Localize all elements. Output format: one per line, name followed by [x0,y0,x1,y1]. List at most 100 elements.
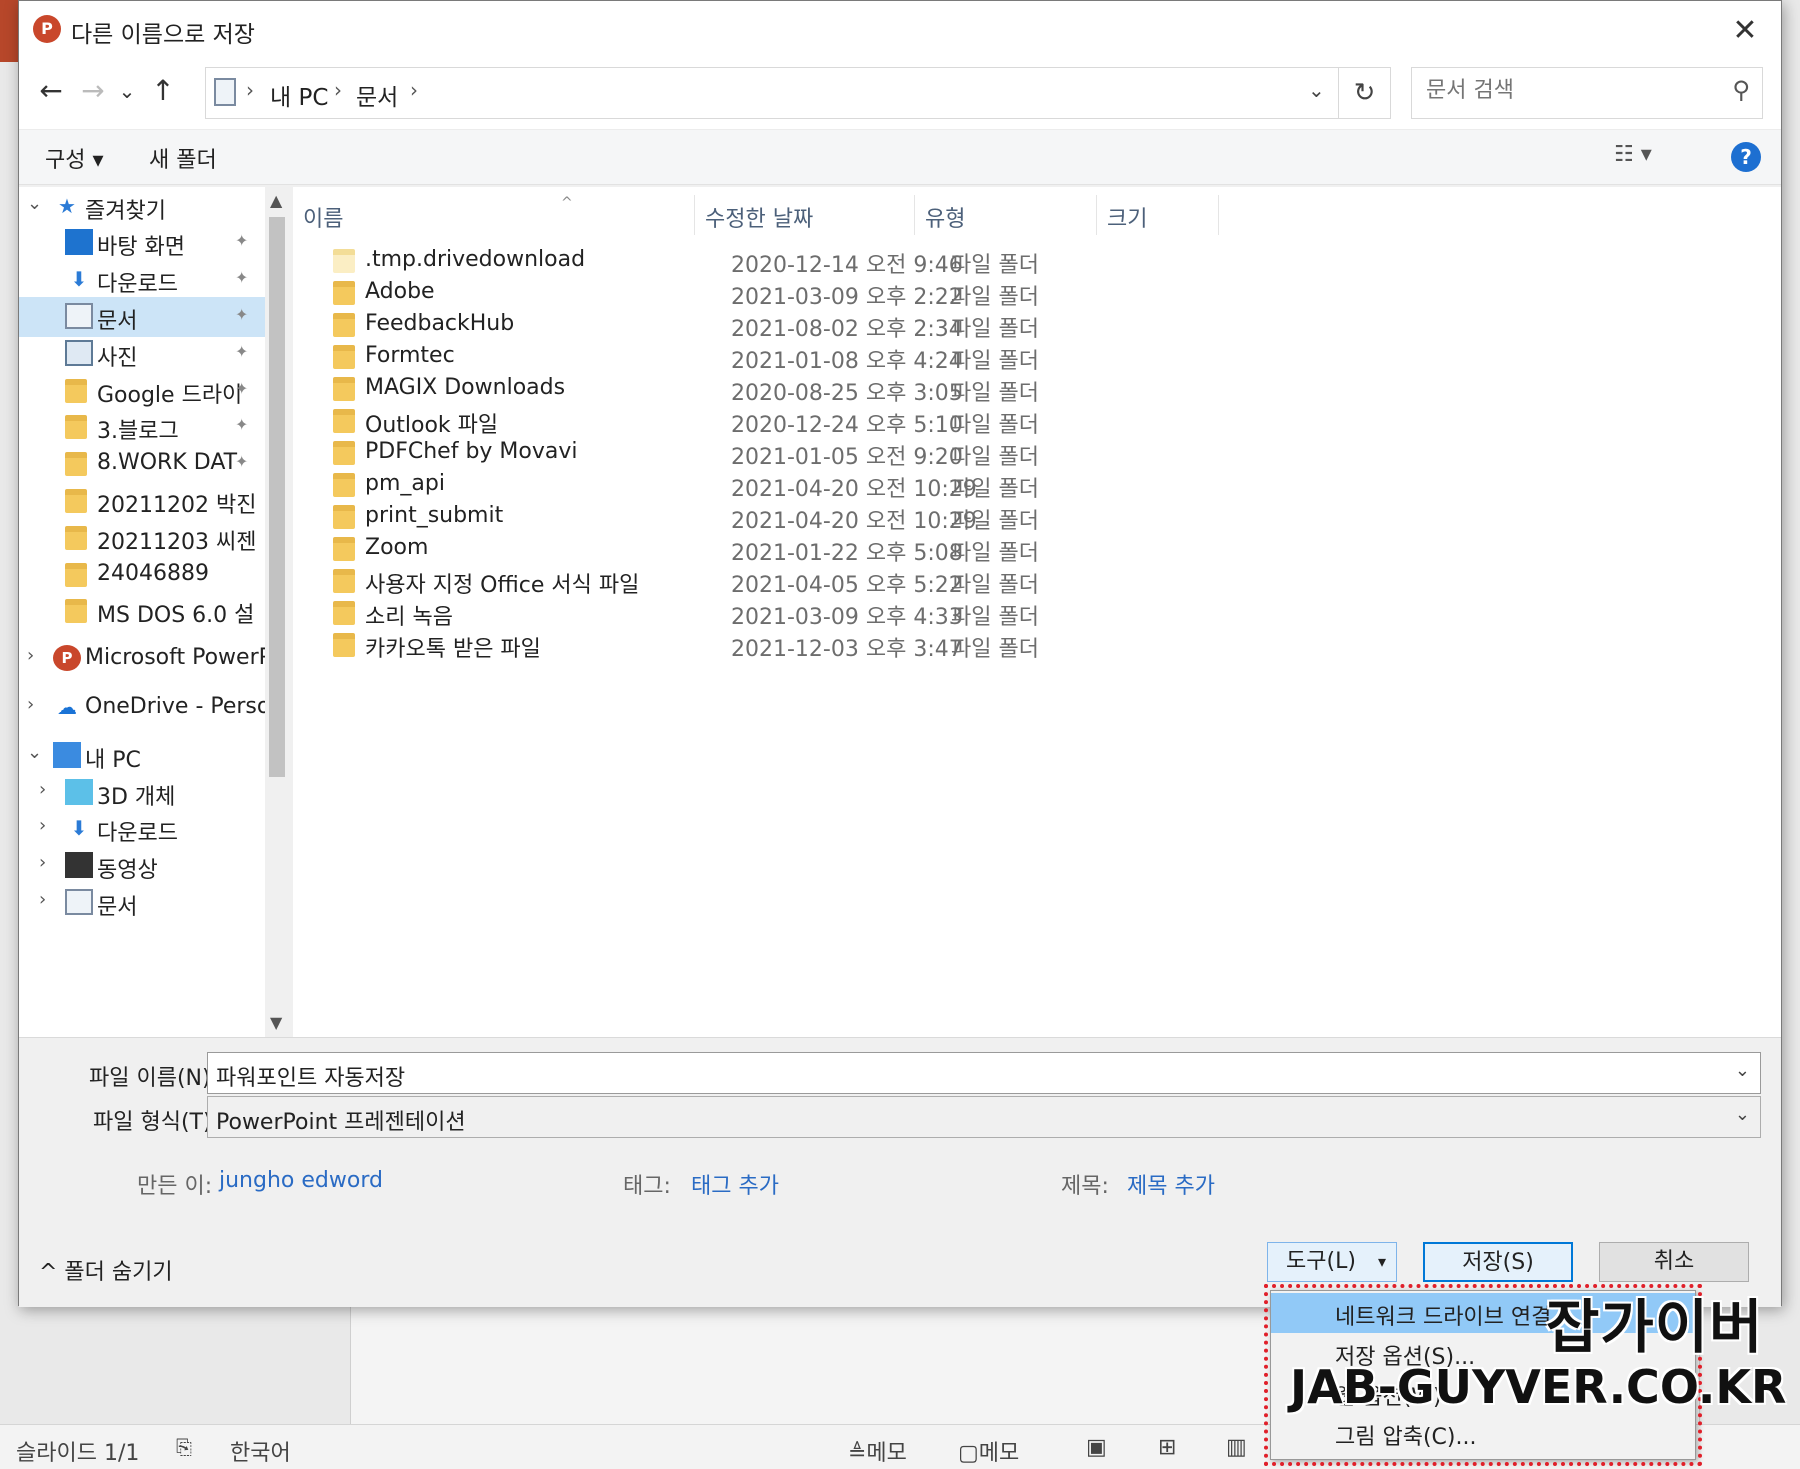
pin-icon[interactable]: ✦ [235,342,248,361]
folder-icon [333,505,355,529]
comments-button[interactable]: ▢메모 [958,1435,1019,1467]
file-row[interactable]: Outlook 파일 2020-12-24 오후 5:10 파일 폴더 [293,403,1293,439]
up-arrow-icon[interactable]: ↑ [145,73,181,109]
sidebar-item[interactable]: ⌄ 내 PC [19,736,265,776]
file-row[interactable]: 소리 녹음 2021-03-09 오후 4:33 파일 폴더 [293,595,1293,631]
scroll-down-icon[interactable]: ▼ [270,1013,282,1032]
address-dropdown-icon[interactable]: ⌄ [1308,78,1325,102]
normal-view-icon[interactable]: ▣ [1086,1435,1107,1460]
column-header-size[interactable]: 크기 [1097,195,1219,235]
spellcheck-icon[interactable]: ⎘ [176,1435,192,1459]
file-row[interactable]: PDFChef by Movavi 2021-01-05 오전 9:20 파일 폴더 [293,435,1293,471]
file-row[interactable]: print_submit 2021-04-20 오전 10:29 파일 폴더 [293,499,1293,535]
sidebar-item[interactable]: 바탕 화면 ✦ [19,223,265,263]
sidebar-item[interactable]: ⬇ 다운로드 ✦ [19,260,265,300]
back-arrow-icon[interactable]: ← [33,73,69,109]
notes-button[interactable]: ≜메모 [848,1435,907,1467]
save-button[interactable]: 저장(S) [1423,1242,1573,1282]
file-row[interactable]: Formtec 2021-01-08 오후 4:24 파일 폴더 [293,339,1293,375]
chevron-right-icon[interactable]: › [39,852,46,873]
sidebar-item[interactable]: 3.블로그 ✦ [19,407,265,447]
language-indicator[interactable]: 한국어 [230,1435,291,1467]
sidebar-item[interactable]: Google 드라이 ✦ [19,371,265,411]
sidebar-item[interactable]: 문서 ✦ [19,297,265,337]
cancel-button[interactable]: 취소 [1599,1242,1749,1282]
column-header-type[interactable]: 유형 [915,195,1097,235]
file-row[interactable]: FeedbackHub 2021-08-02 오후 2:34 파일 폴더 [293,307,1293,343]
pin-icon[interactable]: ✦ [235,415,248,434]
sidebar-item[interactable]: 20211203 씨젠 [19,518,265,558]
file-row[interactable]: .tmp.drivedownload 2020-12-14 오전 9:46 파일 폴… [293,243,1293,279]
file-row[interactable]: 카카오톡 받은 파일 2021-12-03 오후 3:47 파일 폴더 [293,627,1293,663]
help-icon[interactable]: ? [1731,142,1761,172]
column-header-name[interactable]: 이름 ^ [293,195,695,235]
filename-value[interactable]: 파워포인트 자동저장 [216,1060,405,1092]
sidebar-item[interactable]: › 문서 [19,883,265,923]
file-name: .tmp.drivedownload [365,247,586,272]
file-row[interactable]: Adobe 2021-03-09 오후 2:22 파일 폴더 [293,275,1293,311]
chevron-right-icon[interactable]: › [39,889,46,910]
sidebar-item-label: 내 PC [85,748,141,773]
scrollbar-thumb[interactable] [269,217,285,777]
tools-button[interactable]: 도구(L) ▾ [1267,1242,1397,1282]
hide-folders-button[interactable]: ^ 폴더 숨기기 [39,1254,173,1286]
close-button[interactable]: ✕ [1723,9,1767,53]
refresh-button[interactable]: ↻ [1339,67,1391,119]
add-title-link[interactable]: 제목 추가 [1127,1168,1215,1200]
pin-icon[interactable]: ✦ [235,231,248,250]
breadcrumb-documents[interactable]: 문서 [356,78,398,112]
filename-field[interactable]: 파워포인트 자동저장 ⌄ [207,1052,1761,1094]
chevron-down-icon[interactable]: ⌄ [1735,1104,1750,1125]
organize-button[interactable]: 구성 ▾ [45,142,104,174]
forward-arrow-icon[interactable]: → [75,73,111,109]
search-input[interactable] [1426,78,1706,103]
file-row[interactable]: Zoom 2021-01-22 오후 5:08 파일 폴더 [293,531,1293,567]
sidebar-item[interactable]: MS DOS 6.0 설 [19,591,265,631]
slide-sorter-icon[interactable]: ⊞ [1158,1435,1176,1460]
file-row[interactable]: pm_api 2021-04-20 오전 10:29 파일 폴더 [293,467,1293,503]
chevron-right-icon[interactable]: › [39,815,46,836]
sidebar-item[interactable]: › 동영상 [19,846,265,886]
chevron-down-icon[interactable]: ⌄ [27,742,42,763]
pin-icon[interactable]: ✦ [235,452,248,471]
sidebar-item-label: 20211203 씨젠 [97,530,257,555]
chevron-right-icon[interactable]: › [39,779,46,800]
pin-icon[interactable]: ✦ [235,305,248,324]
navigation-scrollbar[interactable]: ▲ ▼ [265,187,289,1037]
filetype-select[interactable]: PowerPoint 프레젠테이션 ⌄ [207,1096,1761,1138]
new-folder-button[interactable]: 새 폴더 [149,142,217,174]
sidebar-item[interactable]: 24046889 [19,555,265,595]
address-bar[interactable]: › 내 PC › 문서 › ⌄ [205,67,1339,119]
filetype-value[interactable]: PowerPoint 프레젠테이션 [216,1104,466,1136]
chevron-down-icon[interactable]: ⌄ [27,193,42,214]
author-value[interactable]: jungho edword [219,1168,383,1193]
add-tag-link[interactable]: 태그 추가 [691,1168,779,1200]
pin-icon[interactable]: ✦ [235,268,248,287]
chevron-down-icon[interactable]: ⌄ [1735,1060,1750,1081]
breadcrumb-separator[interactable]: › [410,78,418,102]
sidebar-item[interactable]: › ☁ OneDrive - Persor [19,688,265,728]
pin-icon[interactable]: ✦ [235,379,248,398]
chevron-right-icon[interactable]: › [27,645,34,666]
scroll-up-icon[interactable]: ▲ [270,191,282,210]
recent-locations-icon[interactable]: ⌄ [115,73,139,109]
folder-icon [65,599,87,623]
column-header-date[interactable]: 수정한 날짜 [695,195,915,235]
reading-view-icon[interactable]: ▥ [1226,1435,1247,1460]
view-options-icon[interactable]: ☷ ▾ [1614,142,1652,167]
menu-item-compress-pictures[interactable]: 그림 압축(C)... [1271,1413,1695,1453]
chevron-right-icon[interactable]: › [27,694,34,715]
breadcrumb-my-pc[interactable]: 내 PC [270,78,328,112]
search-box[interactable]: ⚲ [1411,67,1763,119]
sidebar-item[interactable]: 8.WORK DAT ✦ [19,444,265,484]
sidebar-item[interactable]: 20211202 박진 [19,481,265,521]
sidebar-item[interactable]: › P Microsoft PowerP [19,639,265,679]
sidebar-item[interactable]: 사진 ✦ [19,334,265,374]
sidebar-item[interactable]: › 3D 개체 [19,773,265,813]
sidebar-item[interactable]: › ⬇ 다운로드 [19,809,265,849]
sidebar-item[interactable]: ⌄ ★ 즐겨찾기 [19,187,265,227]
file-row[interactable]: MAGIX Downloads 2020-08-25 오후 3:05 파일 폴더 [293,371,1293,407]
file-row[interactable]: 사용자 지정 Office 서식 파일 2021-04-05 오후 5:22 파일 … [293,563,1293,599]
sidebar-item-label: Google 드라이 [97,383,243,408]
search-icon[interactable]: ⚲ [1732,76,1750,104]
